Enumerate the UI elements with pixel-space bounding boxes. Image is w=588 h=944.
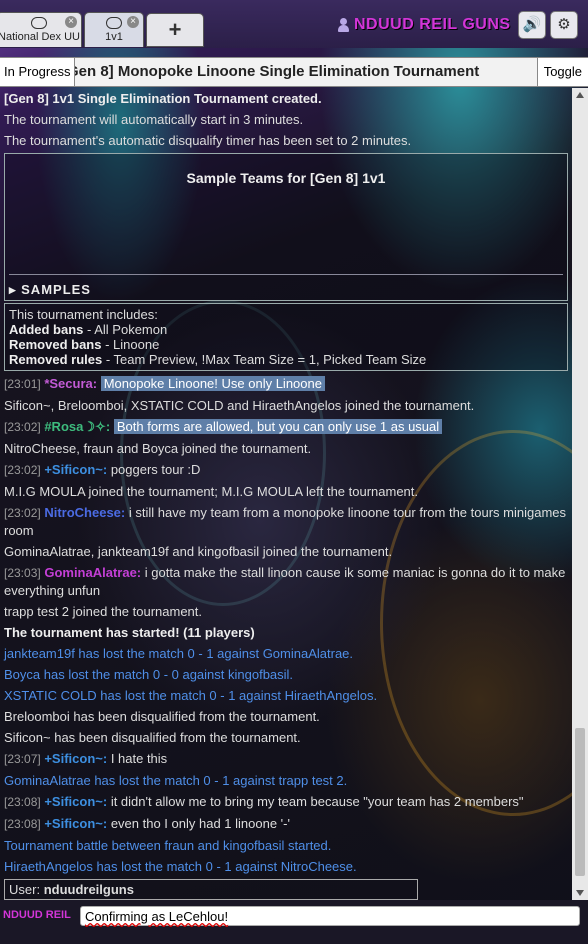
message-author[interactable]: +Sificon~: (44, 816, 107, 831)
scroll-down-icon[interactable] (576, 890, 584, 896)
message-author[interactable]: +Sificon~: (44, 794, 107, 809)
message-text: I hate this (110, 751, 168, 766)
compose-bar: NDUUD REIL Confirming as LeCehlou! (0, 900, 588, 944)
removed-rules-line: Removed rules - Team Preview, !Max Team … (9, 352, 427, 367)
chat-message: [23:01] *Secura: Monopoke Linoone! Use o… (0, 373, 572, 395)
message-timestamp: [23:02] (4, 463, 41, 477)
rules-intro: This tournament includes: (9, 307, 158, 322)
system-message: trapp test 2 joined the tournament. (4, 604, 203, 619)
tournament-title: [Gen 8] Monopoke Linoone Single Eliminat… (62, 63, 480, 80)
user-stats-header: User: nduudreilguns (5, 880, 417, 900)
compose-username: NDUUD REIL (3, 909, 71, 921)
chat-message: [23:02] #Rosa☽✧: Both forms are allowed,… (0, 416, 572, 438)
stats-username: nduudreilguns (43, 882, 134, 897)
system-message: The tournament will automatically start … (4, 112, 304, 127)
message-timestamp: [23:08] (4, 795, 41, 809)
message-text: even tho I only had 1 linoone '-' (110, 816, 290, 831)
message-input[interactable]: Confirming as LeCehlou! (80, 906, 580, 926)
message-text: poggers tour :D (110, 462, 201, 477)
message-author[interactable]: +Sificon~: (44, 462, 107, 477)
system-message: GominaAlatrae has lost the match 0 - 1 a… (4, 773, 348, 788)
close-icon[interactable]: × (127, 16, 139, 28)
tab-label: 1v1 (105, 31, 123, 43)
message-author[interactable]: +Sificon~: (44, 751, 107, 766)
message-timestamp: [23:02] (4, 420, 41, 434)
message-author[interactable]: GominaAlatrae: (44, 565, 141, 580)
chat-message: [23:02] NitroCheese: i still have my tea… (0, 502, 572, 541)
system-message: NitroCheese, fraun and Boyca joined the … (4, 441, 312, 456)
top-bar: × National Dex UU × 1v1 + NDUUD REIL GUN… (0, 0, 588, 48)
chat-message: [23:02] +Sificon~: poggers tour :D (0, 459, 572, 481)
system-message: GominaAlatrae, jankteam19f and kingofbas… (4, 544, 393, 559)
message-author[interactable]: *Secura: (44, 376, 97, 391)
system-message: Sificon~ has been disqualified from the … (4, 730, 301, 745)
gear-icon: ⚙ (557, 16, 571, 33)
system-message: jankteam19f has lost the match 0 - 1 aga… (4, 646, 354, 661)
close-icon[interactable]: × (65, 16, 77, 28)
user-menu[interactable]: NDUUD REIL GUNS (338, 14, 511, 36)
system-message: The tournament's automatic disqualify ti… (4, 133, 412, 148)
divider (9, 274, 563, 275)
tab-1v1[interactable]: × 1v1 (84, 12, 144, 47)
message-text: Both forms are allowed, but you can only… (113, 419, 443, 434)
system-message: The tournament has started! (11 players) (4, 625, 255, 640)
message-timestamp: [23:07] (4, 752, 41, 766)
message-author[interactable]: #Rosa☽✧: (44, 419, 110, 434)
chat-message: [23:07] +Sificon~: I hate this (0, 748, 572, 770)
chat-bubble-icon (106, 17, 122, 29)
chat-message: [23:08] +Sificon~: it didn't allow me to… (0, 791, 572, 813)
speaker-icon: 🔊 (522, 16, 542, 33)
message-timestamp: [23:02] (4, 506, 41, 520)
username: NDUUD REIL GUNS (354, 16, 511, 33)
tournament-rules-box: This tournament includes: Added bans - A… (4, 303, 568, 371)
chat-message: [23:08] +Sificon~: even tho I only had 1… (0, 813, 572, 835)
chat-message: [23:03] GominaAlatrae: i gotta make the … (0, 562, 572, 601)
message-timestamp: [23:01] (4, 377, 41, 391)
tab-national-dex-uu[interactable]: × National Dex UU (0, 12, 82, 47)
tournament-header: [Gen 8] Monopoke Linoone Single Eliminat… (0, 57, 588, 87)
user-stats-box: User: nduudreilguns FormatEloGXEGlicko-1… (4, 879, 418, 900)
new-tab-button[interactable]: + (146, 13, 204, 47)
toggle-button[interactable]: Toggle (536, 58, 588, 86)
system-message: M.I.G MOULA joined the tournament; M.I.G… (4, 484, 419, 499)
sample-teams-box: Sample Teams for [Gen 8] 1v1 ▸ SAMPLES (4, 153, 568, 301)
system-message: Boyca has lost the match 0 - 0 against k… (4, 667, 294, 682)
message-text: Monopoke Linoone! Use only Linoone (100, 376, 325, 391)
sound-button[interactable]: 🔊 (518, 11, 546, 39)
tab-label: National Dex UU (0, 31, 80, 43)
added-bans-line: Added bans - All Pokemon (9, 322, 168, 337)
sample-teams-title: Sample Teams for [Gen 8] 1v1 (186, 170, 386, 186)
system-message: XSTATIC COLD has lost the match 0 - 1 ag… (4, 688, 378, 703)
scroll-thumb[interactable] (575, 728, 585, 877)
chat-bubble-icon (31, 17, 47, 29)
tournament-status: In Progress (0, 58, 76, 86)
system-message: Tournament battle between fraun and king… (4, 838, 332, 853)
system-message: HiraethAngelos has lost the match 0 - 1 … (4, 859, 357, 874)
scroll-up-icon[interactable] (576, 92, 584, 98)
message-timestamp: [23:03] (4, 566, 41, 580)
message-author[interactable]: NitroCheese: (44, 505, 125, 520)
message-text: it didn't allow me to bring my team beca… (110, 794, 524, 809)
user-icon (338, 18, 349, 32)
chat-scrollbar[interactable] (572, 88, 588, 900)
options-button[interactable]: ⚙ (550, 11, 578, 39)
removed-bans-line: Removed bans - Linoone (9, 337, 160, 352)
system-message: Breloomboi has been disqualified from th… (4, 709, 320, 724)
system-message: [Gen 8] 1v1 Single Elimination Tournamen… (4, 91, 322, 106)
samples-toggle[interactable]: ▸ SAMPLES (9, 282, 91, 298)
system-message: Sificon~, Breloomboi, XSTATIC COLD and H… (4, 398, 475, 413)
chat-log[interactable]: [Gen 8] 1v1 Single Elimination Tournamen… (0, 88, 572, 900)
message-timestamp: [23:08] (4, 817, 41, 831)
